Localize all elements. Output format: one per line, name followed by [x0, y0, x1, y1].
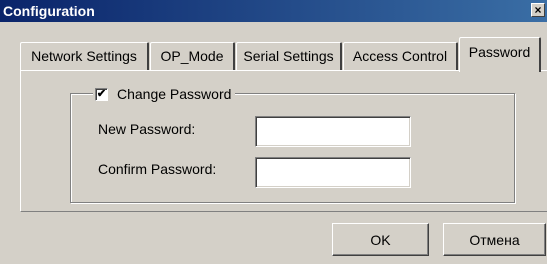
tab-label: Network Settings	[31, 48, 137, 64]
checkmark-icon: ✔	[96, 87, 107, 100]
ok-button[interactable]: OK	[332, 223, 429, 256]
tab-op-mode[interactable]: OP_Mode	[150, 42, 235, 70]
change-password-checkbox[interactable]: ✔	[95, 87, 108, 101]
window-title: Configuration	[3, 3, 95, 19]
ok-button-label: OK	[370, 231, 391, 248]
tab-label: OP_Mode	[160, 48, 224, 64]
tab-access-control[interactable]: Access Control	[343, 42, 458, 70]
tab-label: Serial Settings	[243, 48, 334, 64]
title-bar: Configuration ×	[0, 0, 547, 22]
tab-label: Password	[468, 44, 531, 60]
cancel-button[interactable]: Отмена	[443, 223, 546, 256]
new-password-label: New Password:	[98, 121, 196, 137]
new-password-field[interactable]	[255, 116, 411, 147]
close-icon: ×	[534, 3, 542, 17]
confirm-password-field[interactable]	[255, 157, 411, 188]
tab-password[interactable]: Password	[459, 37, 541, 72]
tab-network-settings[interactable]: Network Settings	[20, 42, 149, 70]
change-password-checkbox-row[interactable]: ✔ Change Password	[93, 85, 236, 103]
change-password-label: Change Password	[117, 86, 232, 102]
tab-label: Access Control	[352, 48, 448, 64]
confirm-password-label: Confirm Password:	[98, 161, 217, 177]
cancel-button-label: Отмена	[469, 231, 520, 248]
close-button[interactable]: ×	[531, 3, 545, 17]
tab-serial-settings[interactable]: Serial Settings	[236, 42, 342, 70]
